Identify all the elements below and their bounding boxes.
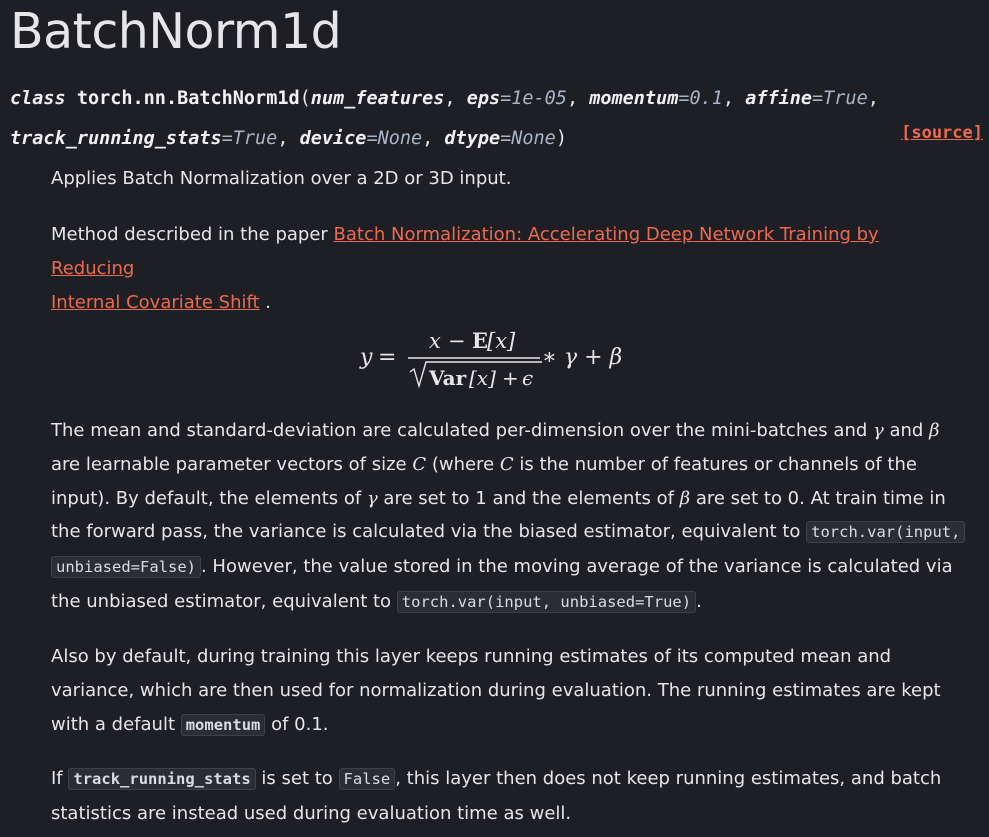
description-paragraph-5: If track_running_stats is set to False, …: [51, 762, 951, 831]
formula-equals: =: [378, 345, 396, 370]
formula-rhs: ∗ γ + β: [542, 345, 622, 370]
paper-intro-text: Method described in the paper: [51, 224, 334, 245]
param-default: 0.1: [689, 88, 723, 109]
param-name: eps: [466, 88, 501, 109]
beta-symbol: β: [929, 420, 940, 441]
gamma-symbol: γ: [366, 487, 378, 509]
signature-close-paren: ): [555, 128, 567, 149]
text-run: of 0.1.: [265, 713, 329, 735]
formula-num-E: E: [472, 328, 488, 353]
param-default: True: [823, 88, 868, 109]
inline-code: momentum: [180, 713, 266, 736]
formula-den-eps: ϵ: [522, 366, 533, 390]
class-signature-line2: track_running_stats=True, device=None, d…: [10, 128, 567, 149]
text-run: are learnable parameter vectors of size: [51, 453, 413, 475]
page-title: BatchNorm1d: [10, 3, 342, 60]
param-default: None: [511, 128, 556, 149]
batchnorm-formula: y = x − E [x] Var [x] + ϵ ∗ γ + β: [359, 328, 622, 390]
text-run: is set to: [255, 768, 339, 789]
class-signature-line1: class torch.nn.BatchNorm1d(num_features,…: [10, 88, 879, 109]
paper-suffix-text: .: [259, 291, 272, 313]
param-name: track_running_stats: [10, 128, 222, 149]
inline-code: track_running_stats: [68, 768, 256, 790]
formula-den-var: Var: [428, 366, 467, 390]
param-name: momentum: [589, 88, 679, 109]
description-paragraph-4: Also by default, during training this la…: [51, 640, 966, 742]
inline-code: torch.var(input,: [806, 521, 966, 544]
description-paragraph-1: Applies Batch Normalization over a 2D or…: [51, 162, 966, 196]
text-run: and: [883, 420, 930, 441]
description-text: Applies Batch Normalization over a 2D or…: [51, 168, 512, 189]
formula-den-arg: [x]: [469, 366, 496, 390]
signature-keyword: class: [10, 88, 66, 109]
doc-page: BatchNorm1d class torch.nn.BatchNorm1d(n…: [0, 0, 989, 837]
text-run: If: [51, 768, 69, 789]
formula-num-arg: [x]: [487, 329, 516, 353]
param-name: device: [299, 128, 367, 149]
param-default: 1e-05: [511, 88, 567, 109]
param-name: dtype: [444, 128, 501, 149]
inline-code: False: [338, 768, 396, 790]
description-paragraph-3: The mean and standard-deviation are calc…: [51, 414, 969, 620]
source-link[interactable]: [source]: [901, 123, 983, 143]
beta-symbol: β: [679, 487, 691, 509]
signature-class-name: torch.nn.BatchNorm1d: [76, 88, 300, 109]
text-run: (where: [426, 453, 500, 475]
formula-lhs: y: [359, 345, 373, 370]
signature-open-paren: (: [299, 88, 311, 109]
gamma-symbol: γ: [873, 420, 884, 441]
C-symbol: C: [499, 453, 514, 475]
inline-code: unbiased=False): [51, 556, 201, 579]
inline-code: torch.var(input, unbiased=True): [396, 590, 697, 613]
paper-link-text[interactable]: Internal Covariate Shift: [51, 292, 260, 313]
param-default: None: [377, 128, 423, 149]
param-name: affine: [745, 88, 813, 109]
param-default: True: [232, 128, 278, 149]
formula-num-minus: −: [448, 329, 466, 353]
C-symbol: C: [412, 453, 427, 475]
text-run: The mean and standard-deviation are calc…: [51, 420, 873, 441]
text-run: are set to 1 and the elements of: [377, 487, 680, 509]
description-paragraph-2: Method described in the paper Batch Norm…: [51, 218, 961, 319]
text-run: .: [696, 590, 702, 612]
formula-den-plus: +: [502, 366, 519, 390]
param-name: num_features: [310, 88, 445, 109]
formula-num-x: x: [429, 329, 441, 353]
